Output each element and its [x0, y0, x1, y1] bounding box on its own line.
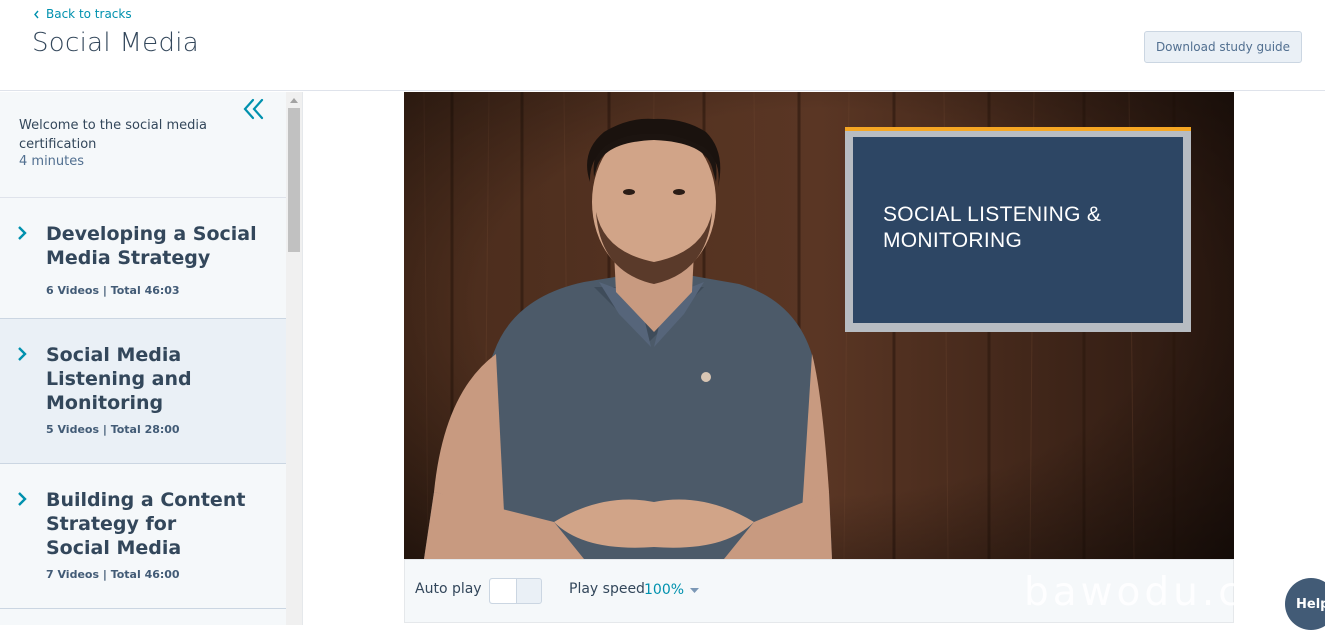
page-title: Social Media — [32, 28, 200, 58]
back-to-tracks-link[interactable]: Back to tracks — [33, 7, 132, 21]
intro-lesson-title: Welcome to the social media certificatio… — [19, 118, 207, 152]
video-player[interactable]: SOCIAL LISTENING & MONITORING — [404, 92, 1234, 559]
section-meta: 5 Videos | Total 28:00 — [46, 423, 180, 436]
sidebar-scrollbar[interactable] — [286, 92, 303, 625]
autoplay-toggle[interactable] — [489, 578, 542, 604]
chevron-right-icon — [18, 492, 27, 506]
page-header: Back to tracks Social Media Download stu… — [0, 0, 1325, 91]
section-title: Developing a Social Media Strategy — [46, 223, 257, 269]
course-sidebar: Welcome to the social media certificatio… — [0, 92, 286, 625]
help-button-label: Help — [1296, 597, 1325, 612]
slide-title-line: SOCIAL LISTENING & — [883, 203, 1102, 226]
slide-title: SOCIAL LISTENING & MONITORING — [883, 202, 1101, 254]
section-title: Social Media Listening and Monitoring — [46, 344, 192, 414]
sidebar-section-content-strategy[interactable]: Building a Content Strategy for Social M… — [0, 464, 286, 609]
toggle-knob — [490, 579, 517, 603]
video-frame — [404, 92, 1234, 559]
scrollbar-thumb[interactable] — [288, 108, 300, 252]
scroll-up-arrow-icon[interactable] — [286, 92, 302, 108]
play-speed-label: Play speed — [569, 581, 645, 597]
section-title: Building a Content Strategy for Social M… — [46, 489, 246, 559]
caret-down-icon — [690, 587, 700, 593]
collapse-sidebar-icon[interactable] — [241, 96, 267, 122]
sidebar-section-listening-monitoring[interactable]: Social Media Listening and Monitoring 5 … — [0, 319, 286, 464]
chevron-right-icon — [18, 347, 27, 361]
section-meta: 6 Videos | Total 46:03 — [46, 284, 180, 297]
intro-lesson-duration: 4 minutes — [19, 154, 85, 169]
autoplay-label: Auto play — [415, 581, 482, 597]
chevron-right-icon — [18, 226, 27, 240]
slide-title-line: MONITORING — [883, 229, 1023, 252]
download-study-guide-button[interactable]: Download study guide — [1144, 31, 1302, 63]
watermark: bawodu.com — [1024, 570, 1314, 615]
play-speed-dropdown[interactable]: 100% — [644, 582, 700, 598]
chevron-left-icon — [34, 10, 39, 18]
play-speed-value: 100% — [644, 582, 685, 598]
help-button[interactable]: Help — [1285, 578, 1325, 630]
section-meta: 7 Videos | Total 46:00 — [46, 568, 180, 581]
back-link-label: Back to tracks — [46, 7, 132, 21]
sidebar-section-developing-strategy[interactable]: Developing a Social Media Strategy 6 Vid… — [0, 198, 286, 319]
